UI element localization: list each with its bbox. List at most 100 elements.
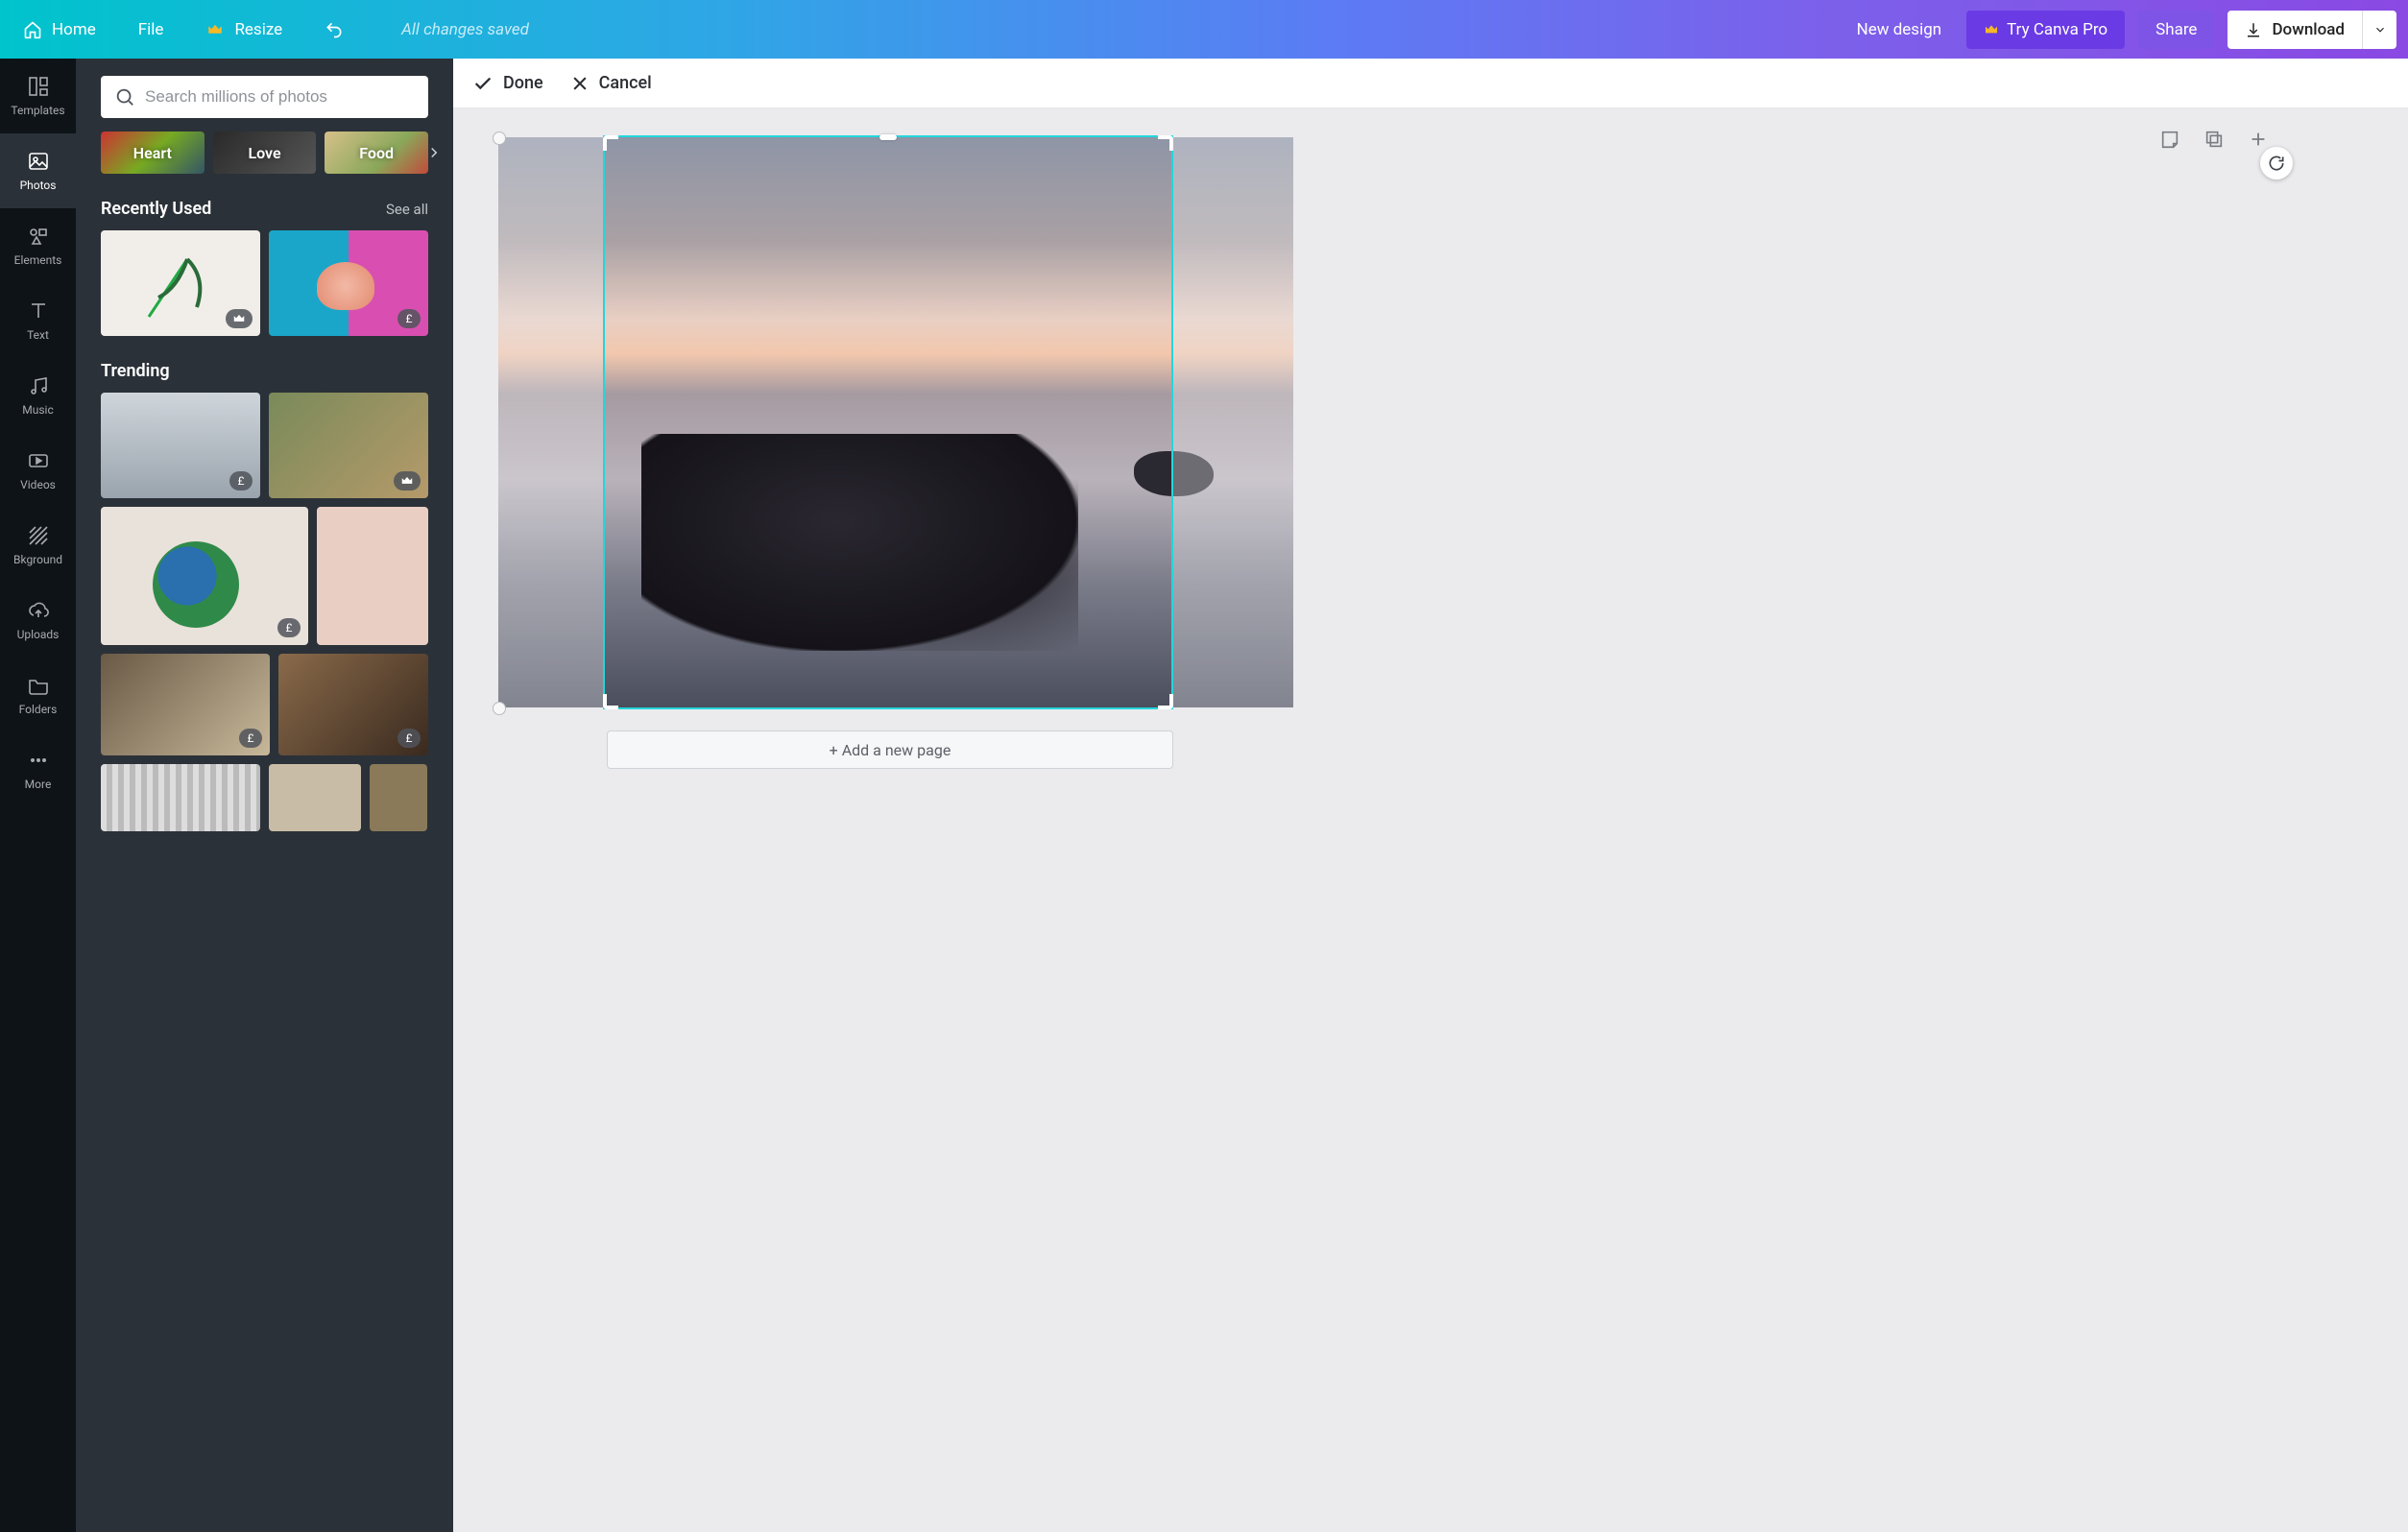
chip-label: Heart: [133, 144, 172, 162]
rail-folders[interactable]: Folders: [0, 658, 76, 732]
cancel-button[interactable]: Cancel: [570, 73, 652, 93]
undo-button[interactable]: [317, 14, 351, 45]
elements-icon: [27, 225, 50, 248]
recently-used-head: Recently Used See all: [101, 199, 428, 219]
save-status: All changes saved: [401, 20, 529, 39]
check-icon: [472, 73, 494, 94]
photo-thumb[interactable]: [101, 230, 260, 336]
photos-panel: Heart Love Food Recently Used See all: [76, 59, 453, 1532]
topbar-left: Home File Resize All changes saved: [15, 14, 529, 45]
top-bar: Home File Resize All changes saved New d…: [0, 0, 2408, 59]
photo-thumb[interactable]: £: [269, 230, 428, 336]
rail-label: Bkground: [13, 553, 62, 566]
canvas-stage[interactable]: + Add a new page: [453, 108, 2408, 1532]
crown-icon: [1984, 22, 1999, 37]
crop-toolbar: Done Cancel: [453, 59, 2408, 108]
share-button[interactable]: Share: [2138, 11, 2214, 49]
download-group: Download: [2227, 11, 2396, 49]
rail-elements[interactable]: Elements: [0, 208, 76, 283]
chip-label: Food: [359, 144, 394, 162]
file-label: File: [138, 20, 164, 39]
section-title: Trending: [101, 361, 170, 381]
search-icon: [114, 86, 135, 108]
trending-head: Trending: [101, 361, 428, 381]
photo-thumb[interactable]: [269, 393, 428, 498]
price-badge: £: [277, 618, 301, 637]
rotate-button[interactable]: [2260, 147, 2293, 180]
topbar-right: New design Try Canva Pro Share Download: [1845, 11, 2396, 49]
photo-thumb[interactable]: [269, 764, 361, 831]
resize-label: Resize: [234, 20, 282, 39]
photo-thumb[interactable]: £: [278, 654, 428, 755]
uploads-icon: [27, 599, 50, 622]
background-icon: [27, 524, 50, 547]
rail-music[interactable]: Music: [0, 358, 76, 433]
home-icon: [23, 20, 42, 39]
rail-background[interactable]: Bkground: [0, 508, 76, 583]
section-title: Recently Used: [101, 199, 211, 219]
templates-icon: [27, 75, 50, 98]
rail-label: Templates: [11, 104, 64, 117]
trending-grid: £ £ £ £: [101, 393, 428, 850]
photo-thumb[interactable]: [370, 764, 427, 831]
photo-thumb[interactable]: £: [101, 654, 270, 755]
chips-next[interactable]: [422, 141, 445, 164]
chip-love[interactable]: Love: [213, 132, 317, 174]
file-menu[interactable]: File: [131, 14, 172, 45]
crown-icon: [205, 20, 225, 39]
rail-text[interactable]: Text: [0, 283, 76, 358]
rail-more[interactable]: More: [0, 732, 76, 807]
more-icon: [27, 749, 50, 772]
price-badge: £: [397, 729, 421, 748]
notes-button[interactable]: [2156, 126, 2183, 153]
duplicate-page-button[interactable]: [2201, 126, 2227, 153]
home-button[interactable]: Home: [15, 14, 104, 45]
rail-label: Folders: [19, 703, 58, 716]
home-label: Home: [52, 20, 96, 39]
price-badge: £: [239, 729, 262, 748]
photo-thumb[interactable]: [317, 507, 428, 645]
rail-label: More: [25, 778, 52, 791]
photos-icon: [27, 150, 50, 173]
try-pro-label: Try Canva Pro: [2007, 20, 2107, 39]
music-icon: [27, 374, 50, 397]
rail-label: Uploads: [17, 628, 60, 641]
rail-videos[interactable]: Videos: [0, 433, 76, 508]
rail-photos[interactable]: Photos: [0, 133, 76, 208]
try-pro-button[interactable]: Try Canva Pro: [1966, 11, 2125, 49]
chip-food[interactable]: Food: [325, 132, 428, 174]
resize-button[interactable]: Resize: [198, 14, 290, 45]
photo-thumb[interactable]: £: [101, 393, 260, 498]
rail-label: Photos: [20, 179, 57, 192]
download-icon: [2245, 21, 2262, 38]
done-button[interactable]: Done: [472, 73, 543, 94]
rail-label: Elements: [14, 253, 62, 267]
panel-wrap: Heart Love Food Recently Used See all: [76, 59, 453, 1532]
cancel-label: Cancel: [599, 73, 652, 93]
search-input[interactable]: [145, 87, 415, 107]
image-content: [641, 434, 1078, 651]
new-design-button[interactable]: New design: [1845, 12, 1954, 47]
download-dropdown[interactable]: [2362, 11, 2396, 49]
text-icon: [27, 299, 50, 323]
photo-thumb[interactable]: £: [101, 507, 308, 645]
new-design-label: New design: [1857, 20, 1942, 39]
chip-label: Love: [248, 144, 280, 162]
close-icon: [570, 74, 590, 93]
see-all-link[interactable]: See all: [386, 201, 428, 218]
chevron-right-icon: [425, 144, 443, 161]
canvas-image[interactable]: [498, 137, 1293, 707]
price-badge: £: [397, 309, 421, 328]
download-button[interactable]: Download: [2227, 11, 2362, 49]
chip-heart[interactable]: Heart: [101, 132, 205, 174]
side-rail: Templates Photos Elements Text Music Vid…: [0, 59, 76, 1532]
done-label: Done: [503, 73, 543, 93]
search-box[interactable]: [101, 76, 428, 118]
chevron-down-icon: [2373, 23, 2387, 36]
photo-thumb[interactable]: [101, 764, 260, 831]
rail-uploads[interactable]: Uploads: [0, 583, 76, 658]
rail-label: Videos: [20, 478, 56, 491]
add-new-page-button[interactable]: + Add a new page: [607, 730, 1173, 769]
rail-templates[interactable]: Templates: [0, 59, 76, 133]
premium-badge: [394, 471, 421, 491]
